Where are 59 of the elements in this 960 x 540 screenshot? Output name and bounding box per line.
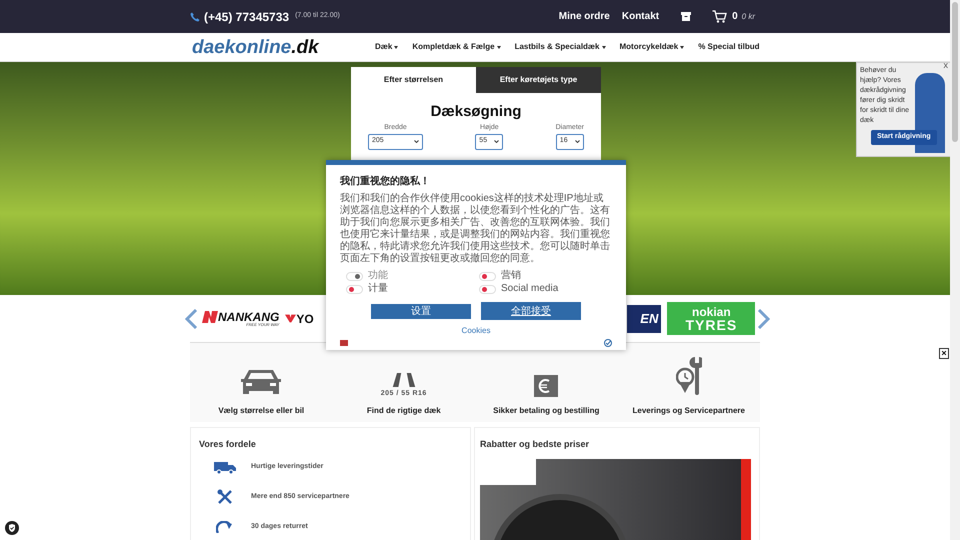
cookies-link[interactable]: Cookies: [462, 325, 490, 337]
settings-button[interactable]: 设置: [371, 304, 471, 319]
check-badge-icon: [604, 339, 612, 347]
euro-icon: [534, 375, 558, 397]
flag-icon: [340, 340, 348, 346]
chevron-icon: [574, 140, 580, 143]
caret-icon: [680, 46, 684, 48]
feature-label: Leverings og Servicepartnere: [632, 405, 745, 417]
y-icon: [285, 314, 296, 323]
dialog-title: 我们重视您的隐私！: [340, 177, 431, 187]
brand-logo[interactable]: EN: [627, 304, 662, 332]
n-icon: [202, 310, 218, 322]
card-title: Rabatter og bedste priser: [480, 438, 590, 451]
top-link[interactable]: Kontakt: [622, 9, 660, 24]
caret-icon: [496, 46, 501, 48]
toggle-label: 计量: [368, 284, 388, 294]
close-button[interactable]: x: [944, 61, 948, 70]
toggle-switch[interactable]: [479, 272, 496, 280]
tools-icon: [217, 489, 233, 505]
caret-icon: [602, 46, 606, 48]
phone-icon: [190, 12, 200, 22]
phone-number[interactable]: (+45) 77345733: [204, 8, 290, 26]
caret-icon: [394, 46, 398, 48]
feature-label: Sikker betaling og bestilling: [493, 405, 600, 417]
search-tab[interactable]: Efter køretøjets type: [476, 67, 601, 93]
cart-count: 0: [732, 10, 738, 24]
close-button[interactable]: ×: [939, 348, 949, 359]
box-icon[interactable]: [681, 12, 692, 21]
cart-total: 0 kr: [742, 10, 755, 22]
arrow-left-icon[interactable]: [184, 308, 198, 328]
nav-link[interactable]: % Special tilbud: [698, 41, 760, 53]
nav-link[interactable]: Motorcykeldæk: [620, 41, 684, 53]
accept-all-button[interactable]: 全部接受: [481, 302, 581, 320]
return-arrow-icon: [216, 521, 234, 533]
feature-label: Vælg størrelse eller bil: [218, 405, 304, 417]
top-link[interactable]: Mine ordre: [558, 9, 610, 24]
toggle-switch[interactable]: [479, 284, 496, 294]
pin-wrench-icon: [676, 355, 702, 397]
dialog-text: 我们和我们的合作伙伴使用cookies这样的技术处理IP地址或浏览器信息这样的个人数据，以使您看到个性化的广告。这有助于我们向您展示更多相关广告、改善您的互联网体验。我们也使用它来计量结果，或是调整我们的网站内容。我们重视您的隐私，特此请求您允许我们使用这些技术。您可以随时单击页面左下角的设置按钮更改或撤回您的同意。: [340, 193, 611, 265]
feature-label: Find de rigtige dæk: [366, 405, 441, 417]
shield-icon[interactable]: [5, 521, 19, 535]
cart-icon[interactable]: [712, 10, 728, 23]
nav-link[interactable]: Dæk: [375, 41, 398, 53]
nav-link[interactable]: Kompletdæk & Fælge: [412, 41, 501, 53]
toggle-label: 功能: [368, 271, 388, 281]
nav-link[interactable]: Lastbils & Specialdæk: [514, 41, 606, 53]
brand-logo[interactable]: YO: [285, 312, 322, 324]
toggle-switch[interactable]: [346, 284, 363, 294]
card-title: Vores fordele: [199, 438, 257, 451]
van-icon: [214, 460, 236, 474]
arrow-right-icon[interactable]: [757, 308, 772, 328]
scrollbar[interactable]: [950, 0, 960, 540]
chevron-icon: [494, 140, 500, 143]
toggle-label: Social media: [501, 284, 558, 294]
site-logo[interactable]: daekonline.dk: [192, 38, 367, 56]
chevron-icon: [414, 140, 419, 143]
car-icon: [240, 367, 282, 397]
toggle-label: 营销: [501, 271, 521, 281]
search-title: Dæksøgning: [430, 104, 522, 119]
